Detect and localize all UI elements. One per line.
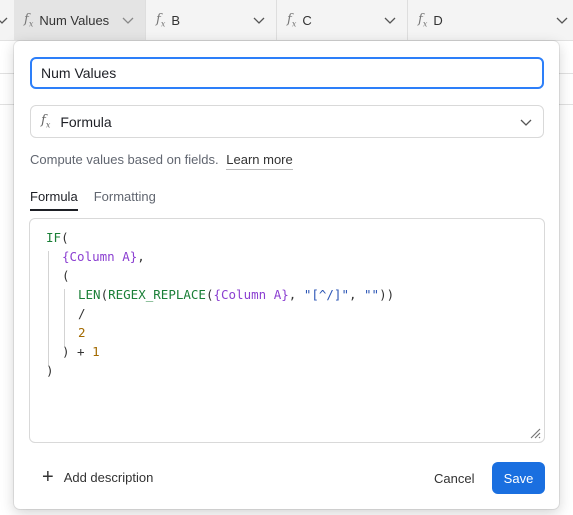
code-line: IF( [46,230,69,245]
resize-handle-icon[interactable] [529,427,541,439]
code-line: ) + 1 [62,344,100,359]
chevron-down-icon[interactable] [0,13,8,27]
code-line: {Column A}, [62,249,145,264]
indent-guide [64,289,65,346]
cancel-button[interactable]: Cancel [434,471,474,486]
formula-icon: fx [418,11,428,29]
add-description-button[interactable]: + Add description [42,466,154,488]
column-header-num-values[interactable]: fx Num Values [14,0,146,40]
chevron-down-icon[interactable] [383,13,397,27]
chevron-down-icon [520,119,532,126]
code-line: ) [46,363,54,378]
add-description-label: Add description [63,469,154,485]
code-line: LEN(REGEX_REPLACE({Column A}, "[^/]", ""… [78,287,395,302]
tab-formula[interactable]: Formula [30,189,78,211]
code-line: / [78,306,86,321]
field-name-input[interactable] [30,57,544,89]
formula-icon: fx [156,11,166,29]
field-type-select[interactable]: fx Formula [30,105,544,138]
save-button[interactable]: Save [492,462,545,494]
column-label: D [433,12,443,28]
formula-editor[interactable]: IF( {Column A}, ( LEN(REGEX_REPLACE({Col… [29,218,545,443]
editor-tabs: Formula Formatting [30,189,172,211]
column-header-c[interactable]: fx C [277,0,408,40]
column-header-b[interactable]: fx B [146,0,277,40]
column-label: Num Values [39,12,110,28]
code-line: 2 [78,325,86,340]
chevron-down-icon[interactable] [555,13,569,27]
chevron-down-icon[interactable] [121,13,135,27]
tab-formatting[interactable]: Formatting [94,189,156,211]
indent-guide [48,251,49,365]
plus-icon: + [42,466,54,488]
column-label: C [302,12,312,28]
description-text: Compute values based on fields. [30,152,219,167]
column-header-d[interactable]: fx D [408,0,573,40]
formula-icon: fx [24,11,34,29]
code-line: ( [62,268,70,283]
chevron-down-icon[interactable] [252,13,266,27]
formula-icon: fx [287,11,297,29]
field-type-label: Formula [60,113,112,130]
field-editor-dialog: fx Formula Compute values based on field… [14,41,559,509]
column-label: B [171,12,180,28]
field-type-description: Compute values based on fields. Learn mo… [30,152,293,170]
grid-header: fx Num Values fx B fx C fx D [0,0,573,41]
learn-more-link[interactable]: Learn more [226,152,293,170]
formula-icon: fx [41,113,51,130]
